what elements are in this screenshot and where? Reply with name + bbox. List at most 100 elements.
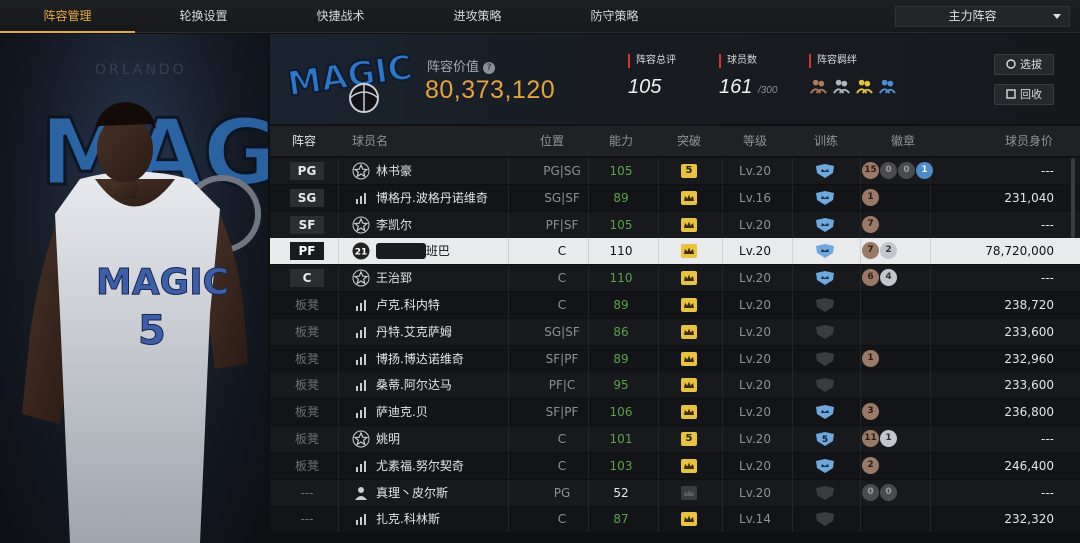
column-divider — [792, 506, 793, 533]
training-shield-icon[interactable] — [814, 511, 836, 527]
lineup-dropdown[interactable]: 主力阵容 — [895, 6, 1070, 27]
column-divider — [860, 158, 861, 184]
player-level: Lv.20 — [739, 324, 771, 339]
star-icon — [352, 430, 370, 448]
table-row[interactable]: 板凳 姚明 C 101 5 Lv.20 5 11 1 --- — [270, 426, 1080, 452]
table-row[interactable]: 板凳 丹特.艾克萨姆 SG|SF 86 Lv.20 233,600 — [270, 318, 1080, 345]
player-name[interactable]: 卢克.科内特 — [376, 292, 440, 318]
training-shield-icon[interactable] — [814, 163, 836, 179]
column-divider — [338, 345, 339, 372]
chevron-down-icon — [1053, 14, 1061, 19]
table-row[interactable]: 板凳 萨迪克.贝 SF|PF 106 Lv.20 3 236,800 — [270, 399, 1080, 426]
player-name[interactable]: 王治郅 — [376, 265, 412, 291]
bond-gold-icon[interactable] — [855, 76, 874, 95]
training-shield-icon[interactable] — [814, 404, 836, 420]
player-name[interactable]: 李凯尔 — [376, 212, 412, 238]
table-row[interactable]: SF 李凯尔 PF|SF 105 Lv.20 7 --- — [270, 211, 1080, 238]
column-divider — [860, 211, 861, 238]
column-divider — [792, 184, 793, 211]
player-name[interactable]: 桑蒂.阿尔达马 — [376, 372, 452, 398]
table-row[interactable]: --- 扎克.科林斯 C 87 Lv.14 232,320 — [270, 506, 1080, 533]
column-divider — [338, 158, 339, 184]
table-row[interactable]: C 王治郅 C 110 Lv.20 6 4 --- — [270, 265, 1080, 292]
help-icon[interactable]: ? — [483, 62, 496, 74]
table-row[interactable]: PG 林书豪 PG|SG 105 5 Lv.20 15 0 0 1 --- — [270, 158, 1080, 184]
column-divider — [722, 372, 723, 399]
lineup-slot-badge: PG — [290, 162, 324, 180]
training-shield-icon[interactable] — [814, 377, 836, 393]
signal-bars-icon — [356, 326, 366, 338]
tab-offense[interactable]: 进攻策略 — [409, 0, 546, 33]
tab-defense[interactable]: 防守策略 — [546, 0, 683, 33]
bond-bronze-icon[interactable] — [809, 76, 828, 95]
training-shield-icon[interactable]: 5 — [814, 431, 836, 447]
player-name[interactable]: .班巴 — [422, 238, 450, 264]
roster-table-header: 阵容 球员名 位置 能力 突破 等级 训练 徽章 球员身价 — [270, 126, 1080, 156]
training-shield-icon[interactable] — [814, 485, 836, 501]
bond-blue-icon[interactable] — [878, 76, 897, 95]
column-divider — [792, 318, 793, 345]
training-shield-icon[interactable] — [814, 243, 836, 259]
signal-bars-icon — [356, 300, 366, 311]
team-logo: MAGIC — [284, 42, 416, 116]
col-player-name: 球员名 — [352, 134, 389, 148]
column-divider — [658, 399, 659, 426]
player-name[interactable]: 丹特.艾克萨姆 — [376, 319, 452, 345]
select-players-button[interactable]: 选拔 — [994, 54, 1054, 75]
column-divider — [792, 238, 793, 265]
column-divider — [508, 292, 509, 318]
tab-quick-tactics[interactable]: 快捷战术 — [272, 0, 409, 33]
col-breakthrough: 突破 — [677, 134, 702, 148]
player-name[interactable]: 萨迪克.贝 — [376, 399, 428, 425]
player-level: Lv.20 — [739, 432, 771, 446]
tab-rotation[interactable]: 轮换设置 — [135, 0, 272, 33]
training-shield-icon[interactable] — [814, 297, 836, 313]
player-position: C — [557, 458, 567, 473]
column-divider — [508, 479, 509, 506]
player-level: Lv.20 — [739, 244, 771, 259]
column-divider — [722, 238, 723, 265]
table-row[interactable]: SG 博格丹.波格丹诺维奇 SG|SF 89 Lv.16 1 231,040 — [270, 184, 1080, 211]
table-row[interactable]: 板凳 尤素福.努尔契奇 C 103 Lv.20 2 246,400 — [270, 452, 1080, 479]
player-name[interactable]: 博格丹.波格丹诺维奇 — [376, 185, 488, 211]
training-shield-icon[interactable] — [814, 458, 836, 474]
column-divider — [792, 426, 793, 452]
column-divider — [722, 184, 723, 211]
crown-icon — [681, 271, 697, 286]
star-icon — [352, 216, 370, 234]
bond-stat: 阵容羁绊 — [809, 54, 897, 95]
training-shield-icon[interactable] — [814, 324, 836, 340]
player-value: 78,720,000 — [985, 244, 1054, 259]
badge-count: 2 — [880, 242, 897, 260]
table-row[interactable]: 板凳 博扬.博达诺维奇 SF|PF 89 Lv.20 1 232,960 — [270, 345, 1080, 372]
player-name[interactable]: 扎克.科林斯 — [376, 506, 440, 532]
player-count-max: /300 — [757, 85, 778, 96]
recycle-button[interactable]: 回收 — [994, 84, 1054, 105]
crown-icon — [681, 324, 697, 339]
bond-silver-icon[interactable] — [832, 76, 851, 95]
player-ability: 106 — [609, 405, 633, 420]
tab-lineup[interactable]: 阵容管理 — [0, 0, 135, 33]
player-ability: 89 — [613, 298, 629, 312]
refresh-icon — [1006, 59, 1016, 69]
training-shield-icon[interactable] — [814, 217, 836, 233]
lineup-value: 80,373,120 — [425, 76, 556, 104]
player-name[interactable]: 林书豪 — [376, 158, 412, 184]
player-name[interactable]: 真理丶皮尔斯 — [376, 480, 448, 506]
player-name[interactable]: 尤素福.努尔契奇 — [376, 453, 464, 479]
training-shield-icon[interactable] — [814, 351, 836, 367]
player-position: PG|SG — [543, 164, 581, 178]
table-row[interactable]: PF 21 .班巴 C 110 Lv.20 7 2 78,720,000 — [270, 238, 1080, 265]
player-ability: 89 — [613, 351, 629, 366]
lineup-value-label: 阵容价值? — [427, 56, 496, 75]
training-shield-icon[interactable] — [814, 190, 836, 206]
training-shield-icon[interactable] — [814, 270, 836, 286]
table-row[interactable]: 板凳 桑蒂.阿尔达马 PF|C 95 Lv.20 233,600 — [270, 372, 1080, 399]
table-row[interactable]: 板凳 卢克.科内特 C 89 Lv.20 238,720 — [270, 292, 1080, 318]
table-row[interactable]: --- 真理丶皮尔斯 PG 52 Lv.20 0 0 --- — [270, 479, 1080, 506]
column-divider — [658, 265, 659, 292]
player-name[interactable]: 博扬.博达诺维奇 — [376, 346, 464, 372]
column-divider — [722, 318, 723, 345]
table-scrollbar[interactable] — [1071, 158, 1075, 238]
player-name[interactable]: 姚明 — [376, 426, 400, 452]
